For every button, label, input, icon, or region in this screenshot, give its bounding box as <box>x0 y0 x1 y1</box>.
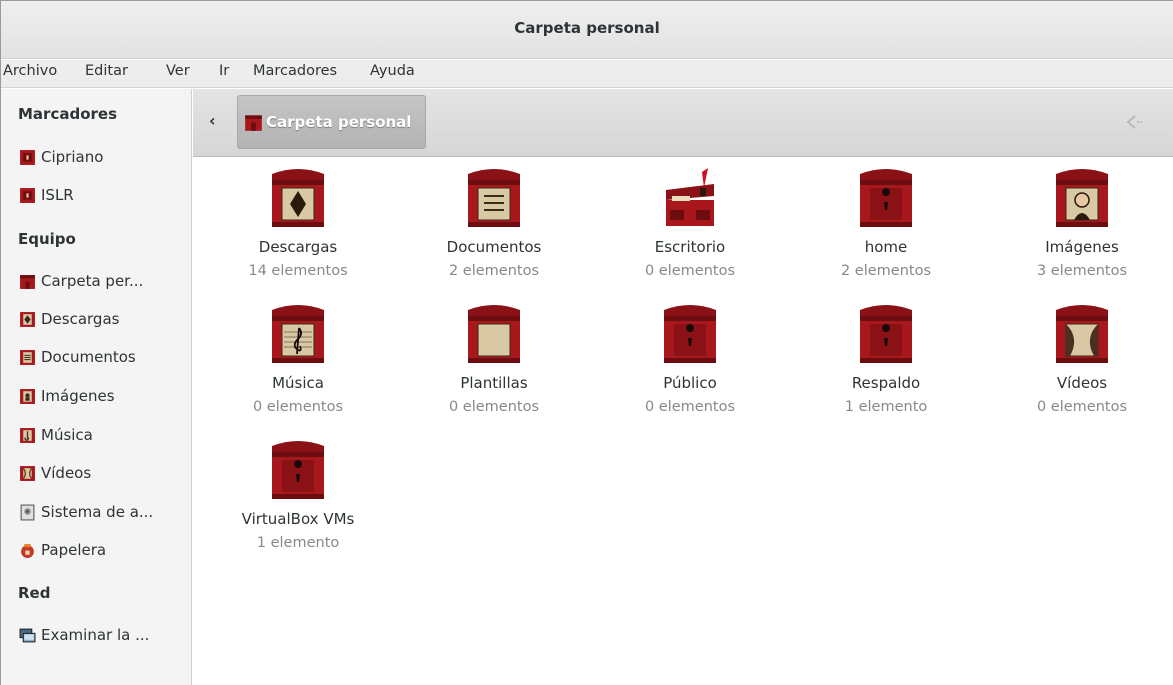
videos-folder-icon <box>1056 305 1108 363</box>
file-name: Vídeos <box>1056 374 1108 392</box>
breadcrumb-label: Carpeta personal <box>266 113 412 131</box>
bookmark-folder-icon <box>20 149 35 165</box>
breadcrumb-home[interactable]: Carpeta personal <box>237 95 426 149</box>
downloads-folder-icon <box>20 311 35 327</box>
sidebar-item-trash[interactable]: Papelera <box>19 537 187 563</box>
file-item-respaldo[interactable]: Respaldo 1 elemento <box>806 302 966 415</box>
trash-icon <box>21 543 34 558</box>
sidebar-section-computer: Equipo <box>18 230 76 248</box>
sidebar: Marcadores Cipriano ISLR Equipo Carpeta … <box>1 89 192 685</box>
file-name: Imágenes <box>1045 238 1119 256</box>
file-item-imagenes[interactable]: Imágenes 3 elementos <box>1002 166 1162 279</box>
sidebar-item-label: ISLR <box>41 186 74 204</box>
file-name: VirtualBox VMs <box>241 510 355 528</box>
bookmark-folder-icon <box>20 187 35 203</box>
file-manager-window: Carpeta personal Archivo Editar Ver Ir M… <box>0 0 1173 685</box>
file-item-publico[interactable]: Público 0 elementos <box>610 302 770 415</box>
menu-ver[interactable]: Ver <box>166 63 190 79</box>
file-name: Música <box>272 374 324 392</box>
sidebar-item-descargas[interactable]: Descargas <box>19 306 187 332</box>
sidebar-item-label: Papelera <box>41 541 107 559</box>
menu-editar[interactable]: Editar <box>85 63 128 79</box>
window-title: Carpeta personal <box>514 19 660 37</box>
downloads-folder-icon <box>272 169 324 227</box>
documents-folder-icon <box>468 169 520 227</box>
file-name: Respaldo <box>851 374 921 392</box>
file-item-escritorio[interactable]: Escritorio 0 elementos <box>610 166 770 279</box>
sidebar-item-documentos[interactable]: Documentos <box>19 344 187 370</box>
file-item-videos[interactable]: Vídeos 0 elementos <box>1002 302 1162 415</box>
file-name: Escritorio <box>654 238 726 256</box>
sidebar-item-filesystem[interactable]: Sistema de a... <box>19 499 187 525</box>
file-count: 0 elementos <box>644 399 736 415</box>
sidebar-item-label: Imágenes <box>41 387 115 405</box>
file-count: 2 elementos <box>840 263 932 279</box>
file-item-virtualbox-vms[interactable]: VirtualBox VMs 1 elemento <box>218 438 378 551</box>
file-count: 3 elementos <box>1036 263 1128 279</box>
sidebar-item-label: Sistema de a... <box>41 503 154 521</box>
sidebar-item-imagenes[interactable]: Imágenes <box>19 383 187 409</box>
network-icon <box>19 628 36 642</box>
menu-archivo[interactable]: Archivo <box>3 63 57 79</box>
sidebar-item-label: Carpeta per... <box>41 272 144 290</box>
sidebar-item-islr[interactable]: ISLR <box>19 182 187 208</box>
sidebar-item-cipriano[interactable]: Cipriano <box>19 144 187 170</box>
file-count: 2 elementos <box>448 263 540 279</box>
file-item-musica[interactable]: Música 0 elementos <box>218 302 378 415</box>
file-count: 0 elementos <box>252 399 344 415</box>
documents-folder-icon <box>20 349 35 365</box>
sidebar-item-home[interactable]: Carpeta per... <box>19 268 187 294</box>
file-item-plantillas[interactable]: Plantillas 0 elementos <box>414 302 574 415</box>
file-count: 1 elemento <box>844 399 928 415</box>
sidebar-item-label: Vídeos <box>41 464 92 482</box>
sidebar-item-label: Cipriano <box>41 148 104 166</box>
sidebar-section-network: Red <box>18 584 51 602</box>
file-name: Plantillas <box>460 374 528 392</box>
sidebar-item-label: Examinar la ... <box>41 626 150 644</box>
title-bar[interactable]: Carpeta personal <box>1 1 1173 59</box>
music-folder-icon <box>20 427 35 443</box>
menu-ir[interactable]: Ir <box>219 63 229 79</box>
file-name: Público <box>663 374 717 392</box>
sidebar-item-musica[interactable]: Música <box>19 422 187 448</box>
music-folder-icon <box>272 305 324 363</box>
home-folder-icon <box>245 114 262 131</box>
folder-chest-icon <box>272 441 324 499</box>
sidebar-item-label: Descargas <box>41 310 120 328</box>
file-count: 0 elementos <box>644 263 736 279</box>
file-item-home[interactable]: home 2 elementos <box>806 166 966 279</box>
folder-chest-icon <box>860 169 912 227</box>
menu-marcadores[interactable]: Marcadores <box>253 63 337 79</box>
file-item-descargas[interactable]: Descargas 14 elementos <box>218 166 378 279</box>
folder-chest-icon <box>860 305 912 363</box>
sidebar-item-network[interactable]: Examinar la ... <box>19 622 187 648</box>
file-name: Documentos <box>446 238 542 256</box>
templates-folder-icon <box>468 305 520 363</box>
back-button[interactable]: ‹ <box>209 111 227 133</box>
file-count: 0 elementos <box>1036 399 1128 415</box>
path-bar: ‹ Carpeta personal <box>193 89 1173 157</box>
file-grid: Descargas 14 elementos Documentos 2 elem… <box>193 158 1173 685</box>
menu-ayuda[interactable]: Ayuda <box>370 63 415 79</box>
sidebar-item-label: Música <box>41 426 93 444</box>
file-count: 14 elementos <box>248 263 348 279</box>
menu-bar: Archivo Editar Ver Ir Marcadores Ayuda <box>1 60 1173 88</box>
forward-arrow-icon[interactable] <box>1121 111 1143 133</box>
file-item-documentos[interactable]: Documentos 2 elementos <box>414 166 574 279</box>
home-folder-icon <box>20 274 35 289</box>
file-name: home <box>864 238 908 256</box>
sidebar-item-videos[interactable]: Vídeos <box>19 460 187 486</box>
filesystem-icon <box>20 504 35 520</box>
file-count: 1 elemento <box>256 535 340 551</box>
videos-folder-icon <box>20 465 35 481</box>
file-count: 0 elementos <box>448 399 540 415</box>
sidebar-section-bookmarks: Marcadores <box>18 105 118 123</box>
desk-icon <box>666 168 714 226</box>
pictures-folder-icon <box>20 388 35 404</box>
sidebar-item-label: Documentos <box>41 348 136 366</box>
file-name: Descargas <box>258 238 338 256</box>
folder-chest-icon <box>664 305 716 363</box>
pictures-folder-icon <box>1056 169 1108 227</box>
